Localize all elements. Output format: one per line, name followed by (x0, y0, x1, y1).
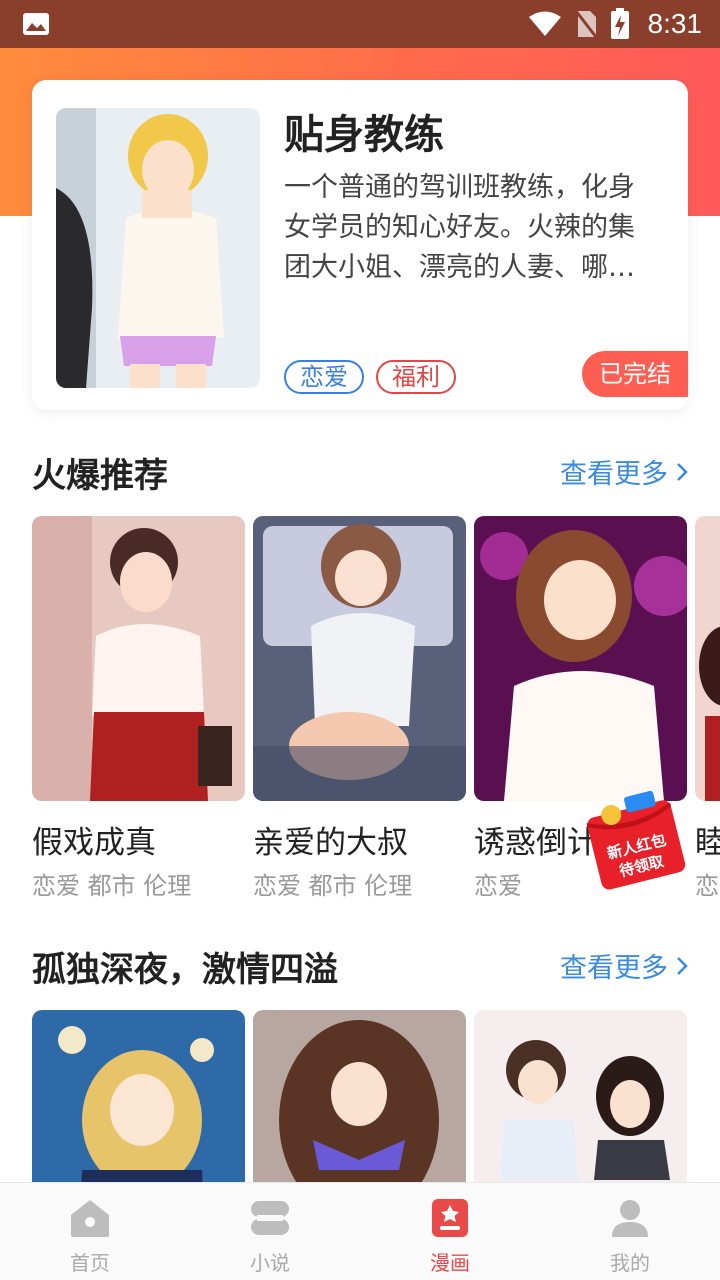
see-more-label: 查看更多 (560, 953, 668, 984)
wifi-icon (528, 11, 561, 36)
comic-card[interactable]: 亲爱的大叔 恋爱 都市 伦理 (253, 516, 466, 901)
comic-cover[interactable] (474, 516, 687, 801)
comic-cover[interactable] (32, 516, 245, 801)
comic-cover[interactable] (253, 516, 466, 801)
tab-home[interactable]: 首页 (0, 1183, 180, 1280)
featured-cover-image[interactable] (56, 108, 260, 388)
tab-label: 小说 (250, 1251, 290, 1275)
completed-badge: 已完结 (582, 351, 688, 397)
comic-title: 假戏成真 (32, 825, 156, 861)
bottom-tab-bar: 首页 小说 漫画 我的 (0, 1182, 720, 1280)
see-more-label: 查看更多 (560, 459, 668, 490)
comic-genres: 恋 (695, 872, 719, 900)
book-icon (251, 1201, 289, 1235)
tab-comic[interactable]: 漫画 (360, 1183, 540, 1280)
comic-card[interactable]: 睦 恋 (695, 516, 720, 901)
comic-cover[interactable] (695, 516, 720, 801)
tab-profile[interactable]: 我的 (540, 1183, 720, 1280)
featured-title: 贴身教练 (284, 112, 444, 158)
featured-description: 一个普通的驾训班教练，化身女学员的知心好友。火辣的集团大小姐、漂亮的人妻、哪… (284, 172, 635, 283)
home-icon (71, 1200, 109, 1237)
comic-card[interactable] (32, 1010, 245, 1182)
user-icon (612, 1200, 648, 1237)
comic-title: 亲爱的大叔 (253, 825, 408, 861)
tab-novel[interactable]: 小说 (180, 1183, 360, 1280)
featured-comic-card[interactable]: 贴身教练 一个普通的驾训班教练，化身女学员的知心好友。火辣的集团大小姐、漂亮的人… (32, 80, 688, 410)
comic-cover[interactable] (253, 1010, 466, 1182)
tab-label: 首页 (70, 1251, 110, 1275)
battery-charging-icon (610, 8, 629, 39)
see-more-link[interactable]: 查看更多 (560, 452, 688, 491)
new-user-red-packet[interactable]: 新人红包 待领取 (582, 790, 688, 890)
tag-welfare: 福利 (376, 360, 456, 394)
section-hot-header: 火爆推荐 查看更多 (32, 448, 688, 496)
tag-romance: 恋爱 (284, 360, 364, 394)
comic-card[interactable] (253, 1010, 466, 1182)
chevron-right-icon (677, 462, 688, 481)
comic-title: 睦 (695, 825, 720, 861)
image-notification-icon (23, 13, 49, 35)
comic-card[interactable]: 假戏成真 恋爱 都市 伦理 (32, 516, 245, 901)
comic-cover[interactable] (474, 1010, 687, 1182)
comic-icon (432, 1199, 468, 1237)
chevron-right-icon (677, 956, 688, 975)
section-title: 火爆推荐 (32, 456, 168, 496)
comic-genres: 恋爱 都市 伦理 (253, 872, 413, 900)
status-time: 8:31 (647, 8, 703, 39)
status-bar: 8:31 (0, 0, 720, 48)
night-comic-list (32, 1010, 720, 1182)
comic-cover[interactable] (32, 1010, 245, 1182)
see-more-link[interactable]: 查看更多 (560, 946, 688, 985)
comic-card[interactable] (474, 1010, 687, 1182)
tab-label: 我的 (610, 1251, 650, 1275)
comic-genres: 恋爱 都市 伦理 (32, 872, 192, 900)
no-sim-icon (574, 10, 597, 38)
section-night-header: 孤独深夜，激情四溢 查看更多 (32, 942, 688, 990)
tab-label: 漫画 (430, 1251, 470, 1275)
section-title: 孤独深夜，激情四溢 (32, 950, 338, 990)
